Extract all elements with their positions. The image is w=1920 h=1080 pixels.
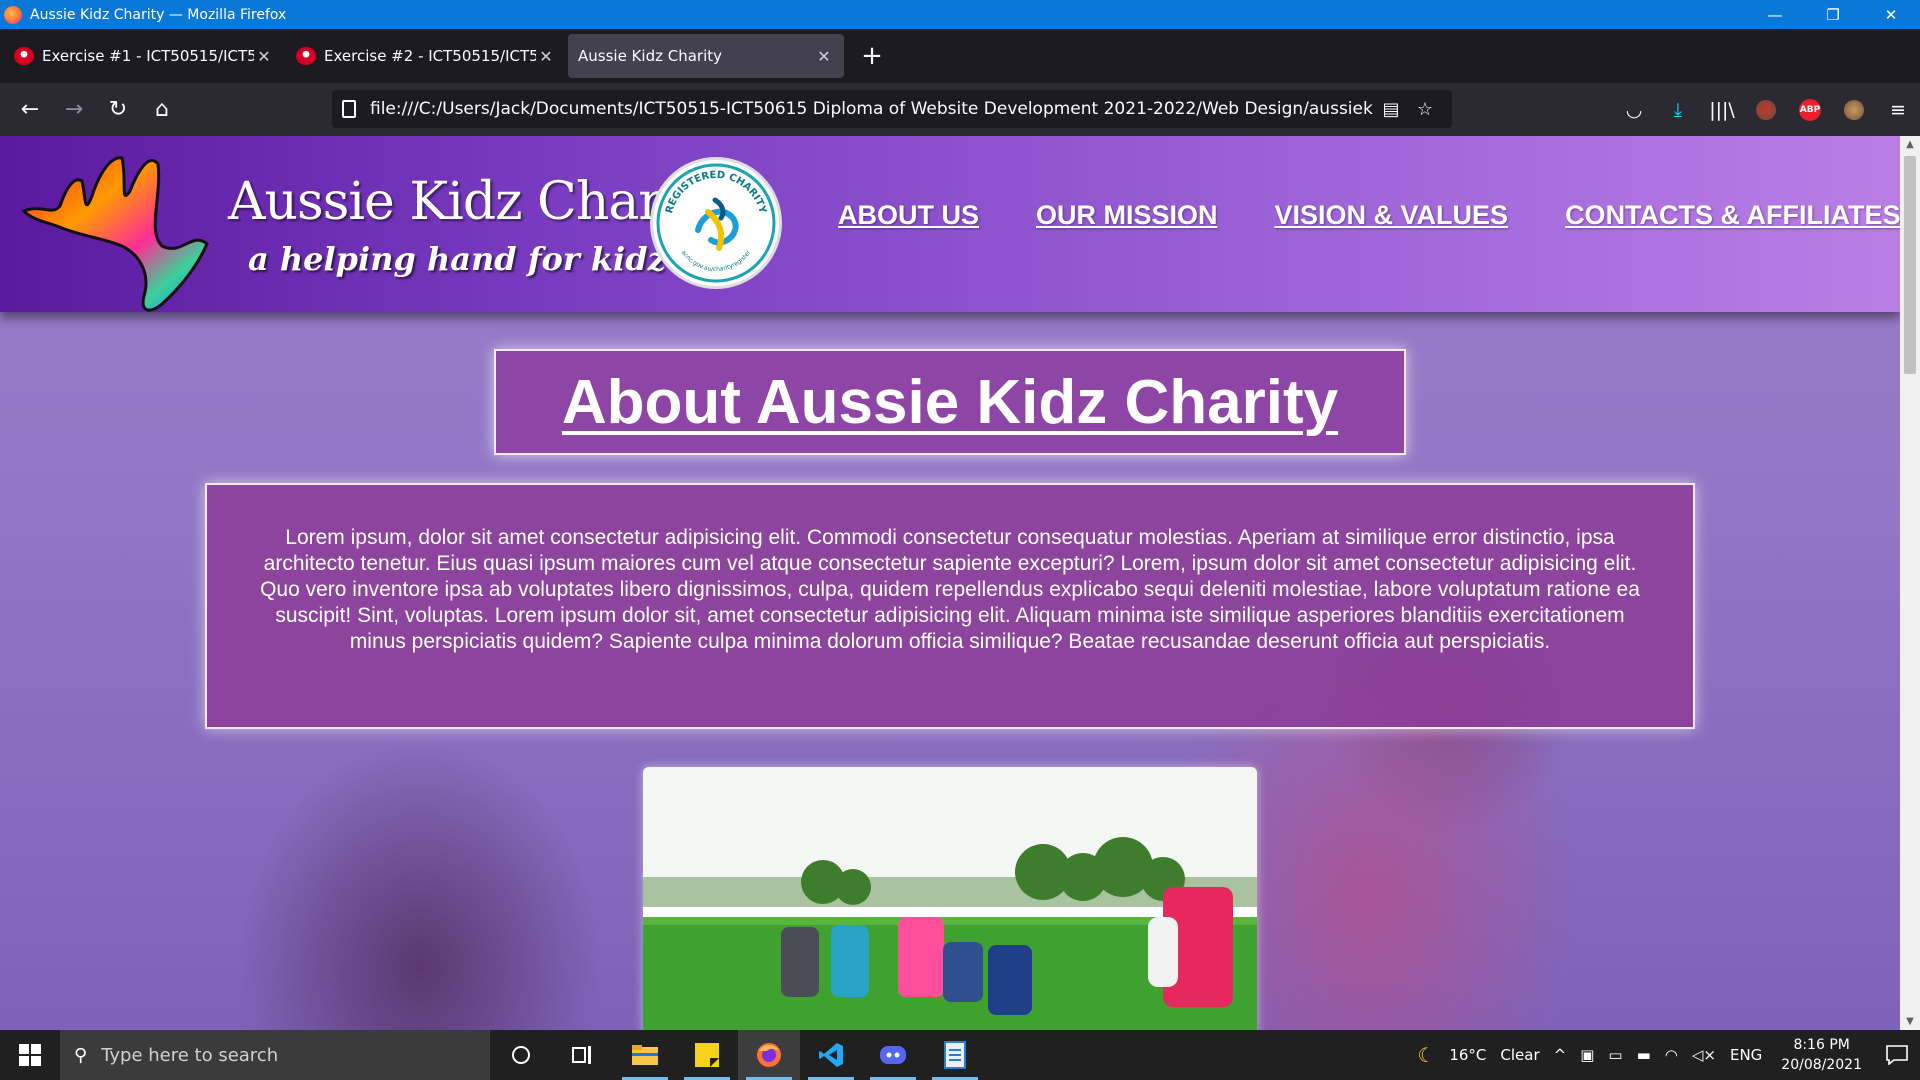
- start-button[interactable]: [0, 1030, 60, 1080]
- firefox-app[interactable]: [738, 1030, 800, 1080]
- scroll-down-icon[interactable]: ▼: [1900, 1013, 1920, 1030]
- scroll-up-icon[interactable]: ▲: [1900, 136, 1920, 153]
- adblock-plus-icon[interactable]: ABP: [1788, 91, 1832, 129]
- reader-view-icon[interactable]: ▤: [1374, 99, 1408, 120]
- reload-button[interactable]: ↻: [96, 91, 140, 129]
- about-paragraph: Lorem ipsum, dolor sit amet consectetur …: [260, 526, 1640, 653]
- nav-link-contacts-affiliates[interactable]: CONTACTS & AFFILIATES: [1565, 200, 1900, 231]
- discord-app[interactable]: [862, 1030, 924, 1080]
- tray-chevron-icon[interactable]: ^: [1547, 1046, 1574, 1064]
- weather-temp[interactable]: 16°C: [1442, 1046, 1493, 1064]
- app-menu-icon[interactable]: ≡: [1876, 91, 1920, 129]
- firefox-logo-icon: [4, 5, 22, 24]
- nav-link-our-mission[interactable]: OUR MISSION: [1036, 200, 1218, 231]
- tab-close-icon[interactable]: ✕: [536, 47, 556, 66]
- discord-icon: [880, 1046, 906, 1064]
- vscode-icon: [819, 1043, 843, 1067]
- tab-label: Exercise #1 - ICT50515/ICT50615: [42, 47, 254, 65]
- task-view-button[interactable]: [552, 1030, 614, 1080]
- window-controls: — ❐ ✕: [1746, 0, 1920, 29]
- file-explorer-app[interactable]: [614, 1030, 676, 1080]
- home-button[interactable]: ⌂: [140, 91, 184, 129]
- vertical-scrollbar[interactable]: ▲ ▼: [1900, 136, 1920, 1030]
- weather-moon-icon[interactable]: ☾: [1410, 1043, 1442, 1067]
- window-titlebar: Aussie Kidz Charity — Mozilla Firefox — …: [0, 0, 1920, 29]
- page-icon: [342, 100, 356, 118]
- tab-strip: Exercise #1 - ICT50515/ICT50615 ✕ Exerci…: [0, 29, 1920, 83]
- extension-icon[interactable]: [1744, 91, 1788, 129]
- page-viewport: Aussie Kidz Charity a helping hand for k…: [0, 136, 1900, 1030]
- downloads-icon[interactable]: ⤓: [1656, 91, 1700, 129]
- forward-button[interactable]: →: [52, 91, 96, 129]
- minimize-button[interactable]: —: [1746, 0, 1804, 29]
- address-bar[interactable]: file:///C:/Users/Jack/Documents/ICT50515…: [332, 90, 1452, 128]
- tab-label: Exercise #2 - ICT50515/ICT50615: [324, 47, 536, 65]
- tab-label: Aussie Kidz Charity: [578, 47, 722, 65]
- site-nav: ABOUT US OUR MISSION VISION & VALUES CON…: [838, 200, 1900, 231]
- tab-close-icon[interactable]: ✕: [814, 47, 834, 66]
- notification-icon: [1886, 1045, 1908, 1065]
- hand-logo-icon: [22, 156, 209, 312]
- tab-close-icon[interactable]: ✕: [254, 47, 274, 66]
- cortana-icon: [512, 1046, 530, 1064]
- favicon-icon: [14, 47, 34, 65]
- nav-link-about-us[interactable]: ABOUT US: [838, 200, 979, 231]
- windows-logo-icon: [19, 1044, 41, 1066]
- library-icon[interactable]: |||\: [1700, 91, 1744, 129]
- navigation-toolbar: ← → ↻ ⌂ file:///C:/Users/Jack/Documents/…: [0, 83, 1920, 136]
- site-header: Aussie Kidz Charity a helping hand for k…: [0, 136, 1900, 312]
- wifi-icon[interactable]: ◠: [1658, 1046, 1685, 1064]
- display-icon[interactable]: ▭: [1601, 1046, 1629, 1064]
- task-view-icon: [572, 1046, 591, 1064]
- windows-taskbar: ⚲ Type here to search ☾ 16°C Clear ^ ▣ ▭…: [0, 1030, 1920, 1080]
- volume-muted-icon[interactable]: ◁×: [1685, 1046, 1723, 1064]
- battery-icon[interactable]: ▬: [1630, 1046, 1658, 1064]
- taskbar-search[interactable]: ⚲ Type here to search: [60, 1030, 490, 1080]
- url-text[interactable]: file:///C:/Users/Jack/Documents/ICT50515…: [370, 99, 1374, 119]
- charity-seal-icon: REGISTERED CHARITY acnc.gov.au/charityre…: [656, 163, 776, 283]
- file-explorer-icon: [632, 1045, 658, 1065]
- search-placeholder: Type here to search: [101, 1044, 279, 1066]
- extension-cookie-icon[interactable]: [1832, 91, 1876, 129]
- kids-photo-image: [643, 767, 1257, 1030]
- pocket-icon[interactable]: ◡: [1612, 91, 1656, 129]
- cortana-button[interactable]: [490, 1030, 552, 1080]
- document-icon: [944, 1041, 966, 1069]
- heading-box: About Aussie Kidz Charity: [494, 349, 1406, 455]
- meet-now-icon[interactable]: ▣: [1573, 1046, 1601, 1064]
- restore-button[interactable]: ❐: [1804, 0, 1862, 29]
- close-window-button[interactable]: ✕: [1862, 0, 1920, 29]
- back-button[interactable]: ←: [8, 91, 52, 129]
- nav-link-vision-values[interactable]: VISION & VALUES: [1275, 200, 1509, 231]
- notepad-app[interactable]: [924, 1030, 986, 1080]
- favicon-icon: [296, 47, 316, 65]
- bookmark-star-icon[interactable]: ☆: [1408, 99, 1442, 120]
- kids-running-photo: [643, 767, 1257, 1030]
- brand-tagline: a helping hand for kidz: [248, 240, 666, 278]
- clock-time: 8:16 PM: [1793, 1037, 1850, 1053]
- tab-exercise-2[interactable]: Exercise #2 - ICT50515/ICT50615 ✕: [286, 34, 566, 78]
- registered-charity-seal: REGISTERED CHARITY acnc.gov.au/charityre…: [650, 157, 782, 289]
- about-paragraph-box: Lorem ipsum, dolor sit amet consectetur …: [205, 483, 1695, 729]
- new-tab-button[interactable]: +: [854, 38, 890, 74]
- sticky-notes-icon: [695, 1043, 719, 1067]
- search-icon: ⚲: [74, 1044, 88, 1066]
- vscode-app[interactable]: [800, 1030, 862, 1080]
- system-tray: ☾ 16°C Clear ^ ▣ ▭ ▬ ◠ ◁× ENG 8:16 PM 20…: [1410, 1030, 1920, 1080]
- window-title: Aussie Kidz Charity — Mozilla Firefox: [30, 6, 287, 23]
- weather-text[interactable]: Clear: [1493, 1046, 1546, 1064]
- sticky-notes-app[interactable]: [676, 1030, 738, 1080]
- tab-exercise-1[interactable]: Exercise #1 - ICT50515/ICT50615 ✕: [4, 34, 284, 78]
- clock-date: 20/08/2021: [1781, 1057, 1862, 1073]
- scroll-thumb[interactable]: [1904, 156, 1916, 374]
- page-heading: About Aussie Kidz Charity: [561, 367, 1339, 437]
- clock[interactable]: 8:16 PM 20/08/2021: [1769, 1035, 1874, 1075]
- language-indicator[interactable]: ENG: [1723, 1046, 1769, 1064]
- notifications-button[interactable]: [1874, 1030, 1920, 1080]
- tab-aussie-kidz[interactable]: Aussie Kidz Charity ✕: [568, 34, 844, 78]
- firefox-icon: [757, 1043, 781, 1067]
- toolbar-right: ◡ ⤓ |||\ ABP ≡: [1612, 83, 1920, 136]
